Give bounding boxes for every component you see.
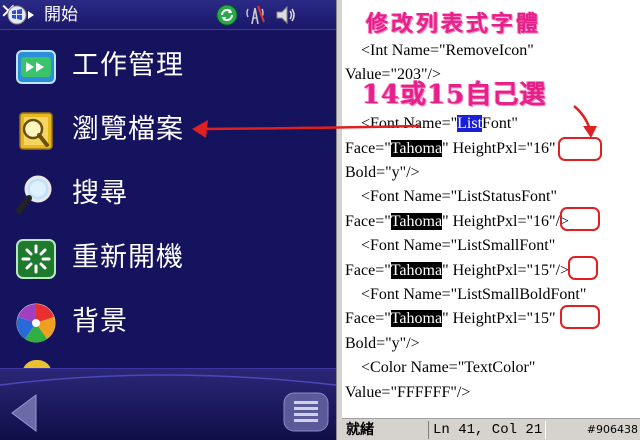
code-text: Value="FFFFFF"/>	[345, 383, 471, 401]
code-text: Font"	[482, 115, 518, 133]
search-highlight: Tahoma	[390, 139, 443, 157]
highlight-circle-liststatusfont-16	[560, 207, 600, 231]
code-line: <Font Name="ListFont"	[345, 113, 518, 135]
menu-item-label: 搜尋	[72, 178, 128, 209]
code-text: " HeightPxl="16"	[442, 139, 556, 157]
code-line: Face="Tahoma" HeightPxl="16"/>	[345, 211, 569, 233]
menu-item-label: 背景	[72, 306, 128, 337]
menu-grid-button[interactable]	[282, 389, 330, 433]
signal-icon[interactable]	[244, 4, 266, 26]
code-line: <Font Name="ListSmallFont"	[345, 235, 555, 257]
code-text: Face="	[345, 139, 391, 157]
menu-item-file-explorer[interactable]: 瀏覽檔案	[0, 100, 336, 160]
code-text: Bold="y"/>	[345, 334, 420, 352]
menu-item-restart[interactable]: 重新開機	[0, 228, 336, 288]
volume-icon[interactable]	[274, 4, 296, 26]
back-button[interactable]	[6, 391, 42, 435]
soft-key-bar	[0, 368, 336, 440]
code-line: Face="Tahoma" HeightPxl="15"	[345, 308, 556, 330]
annotation-modify-list-font: 修改列表式字體	[366, 11, 542, 37]
code-text: " HeightPxl="15"	[442, 310, 556, 328]
highlight-circle-listsmallboldfont-15	[560, 305, 600, 329]
menu-item-label: 工作管理	[72, 50, 184, 81]
code-text: Face="	[345, 212, 391, 230]
code-editor[interactable]: <Int Name="RemoveIcon" Value="203"/> <Fon…	[342, 0, 640, 418]
code-text: <Font Name="ListStatusFont"	[345, 188, 558, 206]
code-line: <Color Name="TextColor"	[345, 357, 535, 379]
status-bar: 就緒 Ln 41, Col 21 #906438	[342, 418, 640, 440]
start-menu-screen: 開始 ✕ 工作管理	[0, 0, 336, 440]
menu-item-background[interactable]: 背景	[0, 292, 336, 352]
code-line: <Font Name="ListSmallBoldFont"	[345, 284, 586, 306]
code-text: <Color Name="TextColor"	[345, 359, 536, 377]
code-text: <Int Name="RemoveIcon"	[345, 42, 534, 59]
code-line: <Int Name="RemoveIcon"	[345, 40, 534, 62]
file-explorer-icon	[19, 112, 53, 150]
code-text: <Font Name="ListSmallBoldFont"	[345, 286, 587, 303]
title-bar: 開始 ✕	[0, 0, 336, 30]
menu-item-task-manager[interactable]: 工作管理	[0, 36, 336, 96]
menu-item-label: 重新開機	[72, 242, 184, 273]
background-icon	[16, 303, 56, 343]
search-highlight: Tahoma	[390, 310, 443, 328]
search-icon	[16, 175, 52, 214]
cursor-position: Ln 41, Col 21	[428, 421, 546, 439]
code-line: Bold="y"/>	[345, 333, 420, 355]
code-line: Face="Tahoma" HeightPxl="15"/>	[345, 260, 569, 282]
status-ready: 就緒	[346, 422, 374, 438]
code-line: Face="Tahoma" HeightPxl="16"	[345, 138, 556, 160]
code-text: " HeightPxl="16"/>	[442, 212, 570, 230]
sync-icon[interactable]	[216, 4, 238, 26]
code-text: " HeightPxl="15"/>	[442, 261, 570, 279]
code-line: Value="FFFFFF"/>	[345, 382, 470, 404]
search-highlight: Tahoma	[390, 212, 443, 230]
menu-item-search[interactable]: 搜尋	[0, 164, 336, 224]
restart-icon	[16, 239, 56, 279]
search-highlight: Tahoma	[390, 261, 443, 279]
menu-item-label: 瀏覽檔案	[72, 114, 184, 145]
highlight-circle-heightpxl-16	[558, 137, 602, 161]
code-text: Face="	[345, 310, 391, 328]
code-text: <Font Name="ListSmallFont"	[345, 237, 556, 255]
code-text: Bold="y"/>	[345, 164, 420, 181]
page-title: 開始	[44, 5, 78, 25]
windows-start-icon[interactable]	[6, 4, 36, 26]
annotation-choose-size: 14或15自己選	[362, 80, 547, 110]
watermark-id: #906438	[586, 423, 638, 436]
task-manager-icon	[16, 50, 56, 84]
code-line: <Font Name="ListStatusFont"	[345, 186, 557, 208]
code-text: Face="	[345, 261, 391, 279]
code-text: <Font Name="	[345, 115, 458, 133]
code-line: Bold="y"/>	[345, 162, 420, 184]
highlight-circle-listsmallfont-15	[568, 256, 598, 280]
search-highlight: List	[457, 115, 483, 133]
